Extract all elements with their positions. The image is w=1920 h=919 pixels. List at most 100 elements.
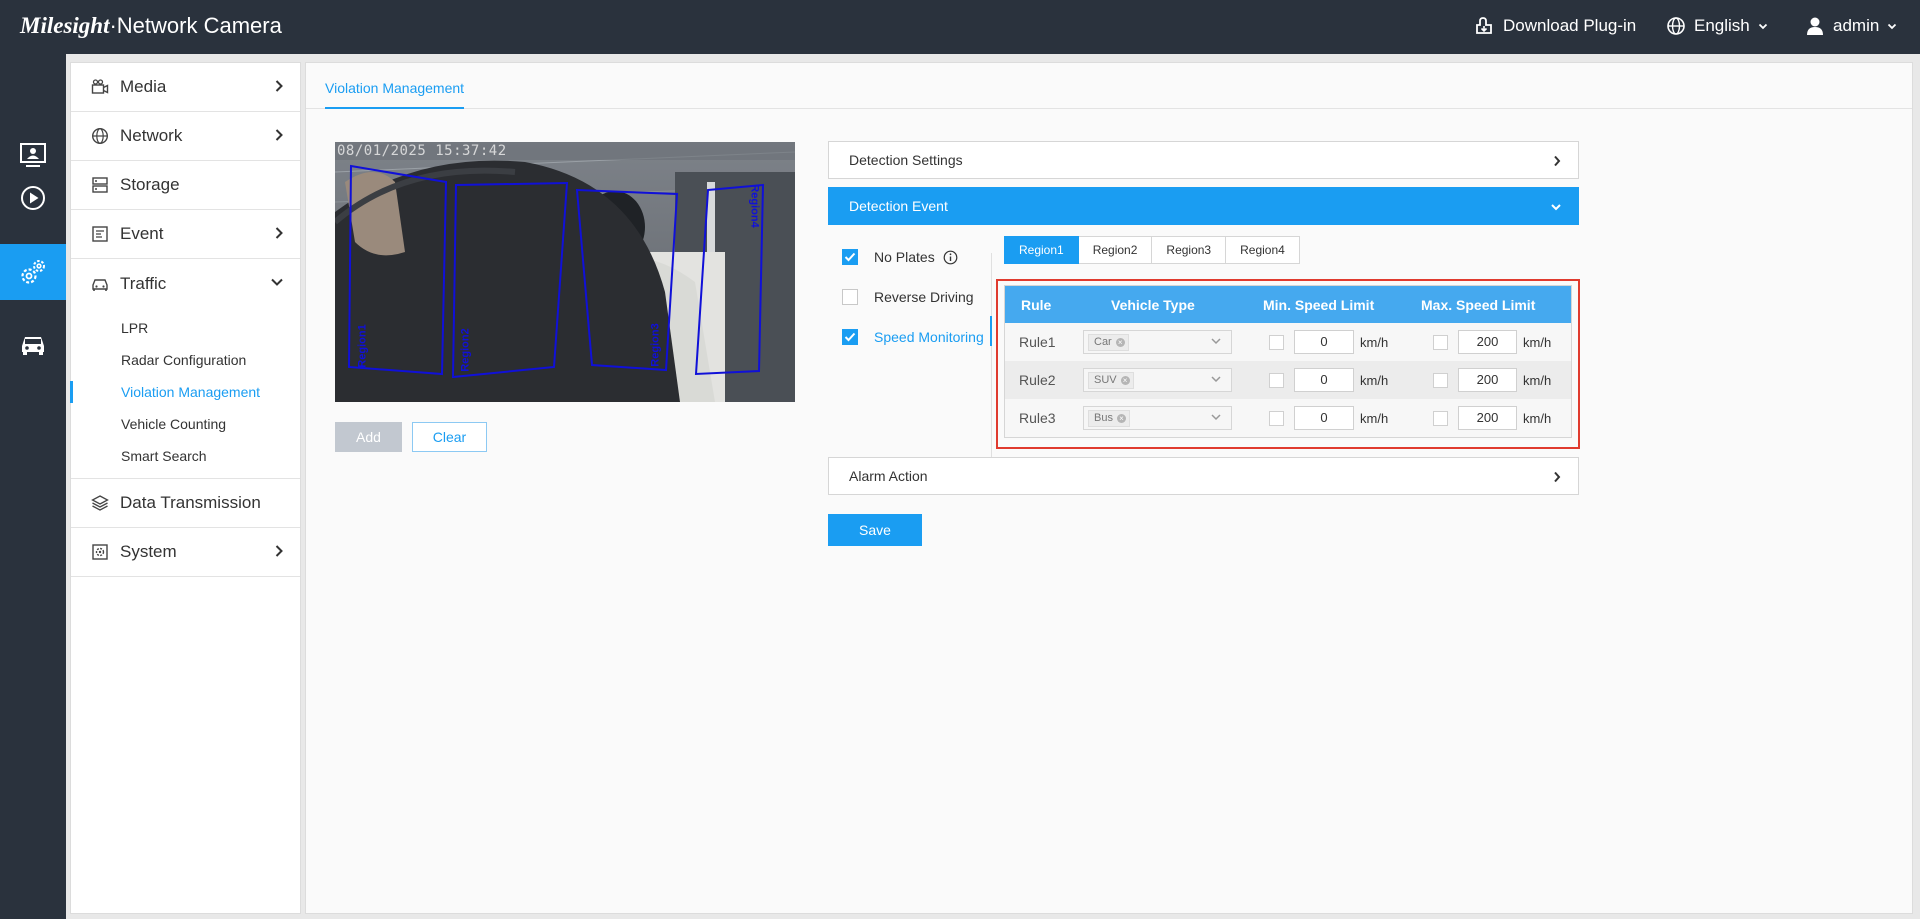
chevron-down-icon: [1211, 338, 1221, 345]
settings-menu: Media Network Storage Event Traffic LPR …: [70, 62, 301, 914]
max-speed-input[interactable]: 200: [1458, 330, 1517, 354]
menu-item-label: Traffic: [120, 273, 167, 293]
region-tab-3[interactable]: Region3: [1152, 236, 1227, 264]
vehicle-type-select[interactable]: SUV ×: [1083, 368, 1232, 392]
main-panel: Violation Management 08/01/2025 15:37:42: [305, 62, 1913, 914]
submenu-item-vehicle-counting[interactable]: Vehicle Counting: [71, 408, 300, 440]
max-speed-unit: km/h: [1523, 411, 1552, 426]
max-speed-input[interactable]: 200: [1458, 368, 1517, 392]
user-menu[interactable]: admin: [1805, 16, 1897, 36]
rail-playback[interactable]: [0, 170, 66, 226]
menu-item-storage[interactable]: Storage: [71, 161, 300, 210]
menu-item-event[interactable]: Event: [71, 210, 300, 259]
chevron-down-icon: [1211, 376, 1221, 383]
menu-item-label: Media: [120, 77, 167, 96]
min-speed-checkbox[interactable]: [1269, 335, 1284, 350]
max-speed-checkbox[interactable]: [1433, 411, 1448, 426]
menu-item-label: Event: [120, 224, 164, 243]
region-tab-1[interactable]: Region1: [1004, 236, 1079, 264]
region-tabs: Region1 Region2 Region3 Region4: [1004, 236, 1300, 264]
rail-vehicle-search[interactable]: [0, 316, 66, 372]
vehicle-search-icon: [22, 337, 44, 355]
region-label-3: Region3: [649, 323, 662, 367]
region-tab-4[interactable]: Region4: [1226, 236, 1300, 264]
submenu-item-violation-management[interactable]: Violation Management: [70, 376, 300, 408]
no-plates-checkbox[interactable]: [842, 249, 858, 265]
event-label: No Plates: [874, 249, 935, 265]
menu-item-system[interactable]: System: [71, 528, 300, 577]
min-speed-checkbox[interactable]: [1269, 411, 1284, 426]
max-speed-unit: km/h: [1523, 373, 1552, 388]
event-label: Speed Monitoring: [874, 329, 984, 345]
storage-icon: [91, 176, 109, 194]
panel-title: Alarm Action: [849, 468, 928, 484]
event-speed-monitoring[interactable]: Speed Monitoring: [842, 329, 984, 345]
rule-name: Rule3: [1019, 410, 1056, 426]
add-button[interactable]: Add: [335, 422, 402, 452]
max-speed-checkbox[interactable]: [1433, 373, 1448, 388]
settings-icon: [21, 260, 45, 284]
chevron-right-icon: [275, 129, 283, 141]
brand-logo: Milesight: [20, 13, 110, 38]
chevron-right-icon: [275, 227, 283, 239]
menu-item-traffic[interactable]: Traffic: [71, 259, 300, 308]
region-label-2: Region2: [459, 328, 472, 372]
reverse-driving-checkbox[interactable]: [842, 289, 858, 305]
remove-tag-icon[interactable]: ×: [1120, 376, 1130, 385]
chevron-right-icon: [1554, 155, 1561, 167]
region-tab-2[interactable]: Region2: [1078, 236, 1153, 264]
event-reverse-driving[interactable]: Reverse Driving: [842, 289, 974, 305]
system-icon: [91, 543, 109, 561]
chevron-right-icon: [275, 80, 283, 92]
download-plugin-link[interactable]: Download Plug-in: [1473, 16, 1636, 36]
icon-rail: [0, 54, 66, 919]
vehicle-type-select[interactable]: Bus ×: [1083, 406, 1232, 430]
submenu-item-radar-configuration[interactable]: Radar Configuration: [71, 344, 300, 376]
chevron-down-icon: [1888, 23, 1897, 30]
submenu-item-lpr[interactable]: LPR: [71, 312, 300, 344]
vehicle-tag: SUV ×: [1088, 372, 1134, 389]
video-preview[interactable]: 08/01/2025 15:37:42 Region1 Region2 Regi…: [335, 142, 795, 402]
min-speed-unit: km/h: [1360, 373, 1389, 388]
remove-tag-icon[interactable]: ×: [1115, 338, 1125, 347]
info-icon[interactable]: [943, 250, 958, 265]
car-icon: [91, 275, 109, 293]
chevron-down-icon: [271, 278, 283, 286]
submenu-item-smart-search[interactable]: Smart Search: [71, 440, 300, 472]
event-no-plates[interactable]: No Plates: [842, 249, 958, 265]
max-speed-input[interactable]: 200: [1458, 406, 1517, 430]
menu-item-label: Storage: [120, 175, 180, 194]
min-speed-checkbox[interactable]: [1269, 373, 1284, 388]
brand: Milesight·Network Camera: [20, 13, 282, 39]
region-label-1: Region1: [356, 324, 369, 368]
globe-icon: [91, 127, 109, 145]
remove-tag-icon[interactable]: ×: [1116, 414, 1126, 423]
chevron-right-icon: [275, 545, 283, 557]
speed-monitoring-checkbox[interactable]: [842, 329, 858, 345]
event-label: Reverse Driving: [874, 289, 974, 305]
language-select[interactable]: English: [1666, 16, 1768, 36]
alarm-action-panel[interactable]: Alarm Action: [828, 457, 1579, 495]
save-button[interactable]: Save: [828, 514, 922, 546]
download-plugin-label: Download Plug-in: [1503, 16, 1637, 35]
playback-icon: [21, 186, 45, 210]
tab-violation-management[interactable]: Violation Management: [325, 80, 465, 109]
min-speed-input[interactable]: 0: [1294, 368, 1354, 392]
max-speed-unit: km/h: [1523, 335, 1552, 350]
panel-title: Detection Event: [849, 198, 948, 214]
min-speed-input[interactable]: 0: [1294, 406, 1354, 430]
detection-settings-panel[interactable]: Detection Settings: [828, 141, 1579, 179]
rail-settings[interactable]: [0, 244, 66, 300]
min-speed-input[interactable]: 0: [1294, 330, 1354, 354]
detection-event-panel[interactable]: Detection Event: [828, 187, 1579, 225]
traffic-submenu: LPR Radar Configuration Violation Manage…: [70, 308, 300, 479]
chevron-down-icon: [1758, 23, 1767, 30]
menu-item-data-transmission[interactable]: Data Transmission: [71, 479, 300, 528]
clear-button[interactable]: Clear: [412, 422, 487, 452]
menu-item-network[interactable]: Network: [71, 112, 300, 161]
max-speed-checkbox[interactable]: [1433, 335, 1448, 350]
check-icon: [844, 252, 856, 262]
min-speed-unit: km/h: [1360, 335, 1389, 350]
menu-item-media[interactable]: Media: [71, 63, 300, 112]
vehicle-type-select[interactable]: Car ×: [1083, 330, 1232, 354]
